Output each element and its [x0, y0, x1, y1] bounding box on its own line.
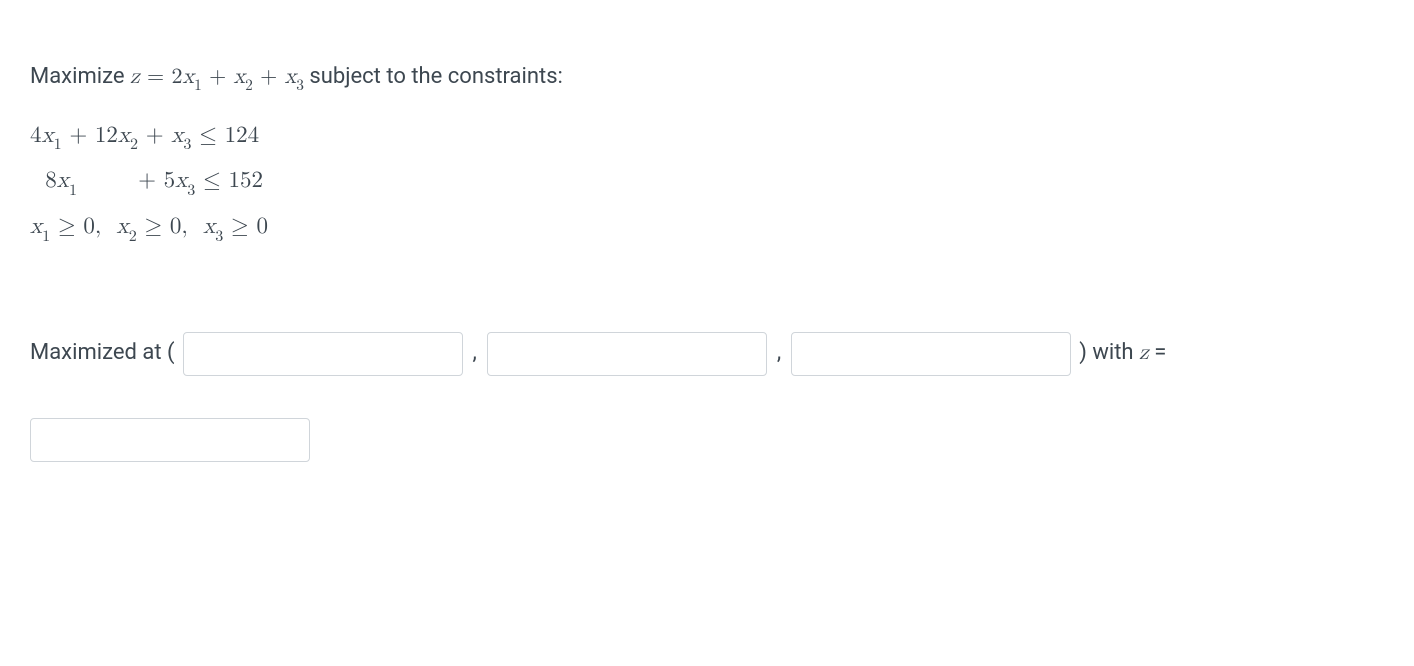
maximized-label: Maximized at ( — [30, 329, 175, 377]
constraint-3: x1 ≥ 0, x2 ≥ 0, x3 ≥ 0 — [30, 207, 1384, 249]
equals-sign: = — [140, 66, 172, 88]
comma-2: , — [777, 329, 781, 377]
constraint-2: 8x1 + 5x3 ≤ 152 — [30, 161, 1384, 203]
intro-text: Maximize — [30, 64, 130, 89]
x2-input[interactable] — [487, 332, 767, 376]
subject-text: subject to the constraints: — [304, 64, 563, 89]
constraint-1: 4x1 + 12x2 + x3 ≤ 124 — [30, 116, 1384, 158]
z-row — [30, 402, 1384, 464]
objective-variable: z — [130, 66, 140, 88]
comma-1: , — [473, 329, 477, 377]
problem-statement: Maximize z = 2x1 + x2 + x3 subject to th… — [30, 60, 1384, 96]
z-input[interactable] — [30, 418, 310, 462]
close-paren-with: ) with z = — [1079, 329, 1166, 377]
objective-expression: 2x1 + x2 + x3 — [171, 66, 303, 88]
x1-input[interactable] — [183, 332, 463, 376]
constraints-block: 4x1 + 12x2 + x3 ≤ 124 8x1 + 5x3 ≤ 152 x1… — [30, 116, 1384, 250]
answer-section: Maximized at ( , , ) with z = — [30, 329, 1384, 463]
x3-input[interactable] — [791, 332, 1071, 376]
